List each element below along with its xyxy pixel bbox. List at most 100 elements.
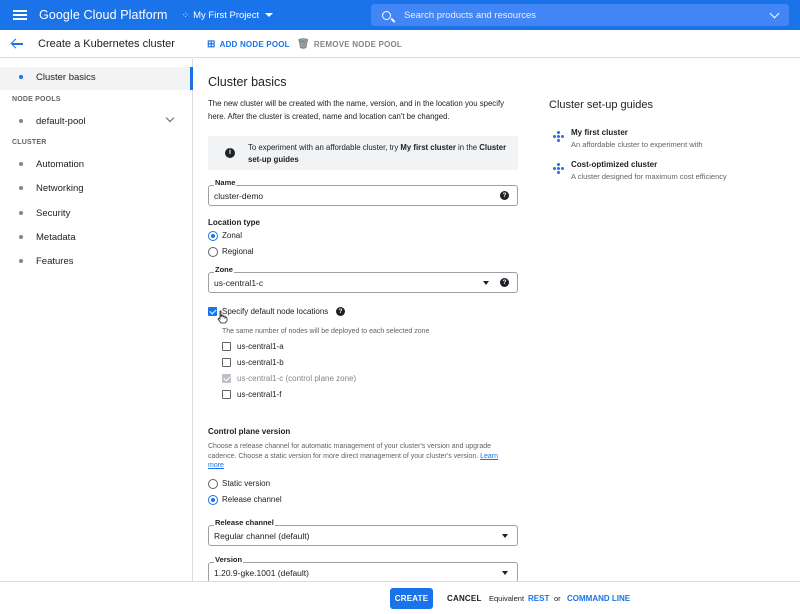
static-version-label: Static version	[222, 479, 271, 488]
name-label: Name	[214, 178, 237, 187]
search-icon	[382, 10, 391, 20]
sidebar-item-automation[interactable]: Automation	[0, 156, 193, 176]
zone-a-checkbox[interactable]	[222, 342, 231, 351]
release-channel-radio-label: Release channel	[222, 495, 282, 504]
or-label: or	[554, 594, 561, 603]
dropdown-arrow-icon[interactable]	[502, 571, 508, 575]
sidebar-item-label: default-pool	[36, 116, 86, 127]
zone-f-label: us-central1-f	[237, 390, 282, 399]
back-arrow-icon[interactable]	[10, 38, 23, 50]
node-locations-hint: The same number of nodes will be deploye…	[222, 328, 430, 335]
info-banner: i To experiment with an affordable clust…	[208, 136, 518, 170]
bullet-icon	[19, 211, 23, 215]
bullet-icon	[19, 75, 23, 79]
help-icon[interactable]: ?	[500, 278, 509, 287]
zone-b-checkbox[interactable]	[222, 358, 231, 367]
caret-down-icon	[265, 13, 274, 17]
remove-node-pool-label: REMOVE NODE POOL	[313, 40, 403, 49]
search-input[interactable]	[404, 9, 744, 21]
name-value[interactable]: cluster-demo	[214, 191, 263, 201]
zone-value: us-central1-c	[214, 278, 264, 288]
zone-a-label: us-central1-a	[237, 342, 284, 351]
hand-cursor-icon	[217, 310, 228, 324]
bullet-icon	[19, 259, 23, 263]
sidebar-item-security[interactable]: Security	[0, 205, 193, 225]
zonal-label: Zonal	[222, 231, 243, 240]
page-header: Create a Kubernetes cluster ⊞ ADD NODE P…	[0, 30, 800, 58]
project-name: My First Project	[193, 9, 260, 21]
cluster-heading: CLUSTER	[12, 139, 47, 146]
section-title: Cluster basics	[208, 75, 287, 89]
bullet-icon	[19, 119, 23, 123]
help-icon[interactable]: ?	[500, 191, 509, 200]
add-node-pool-button[interactable]: ⊞ ADD NODE POOL	[207, 39, 290, 50]
project-icon: ⁘	[181, 9, 190, 20]
cluster-icon	[553, 131, 564, 142]
menu-icon[interactable]	[13, 8, 27, 22]
bullet-icon	[19, 186, 23, 190]
brand-title[interactable]: Google Cloud Platform	[39, 8, 168, 22]
section-description: The new cluster will be created with the…	[208, 99, 505, 121]
page-title: Create a Kubernetes cluster	[38, 38, 175, 50]
sidebar-item-cluster-basics[interactable]: Cluster basics	[0, 69, 193, 89]
expand-icon[interactable]	[165, 113, 175, 123]
bullet-icon	[19, 235, 23, 239]
dropdown-arrow-icon[interactable]	[502, 534, 508, 538]
guide-title: My first cluster	[571, 128, 628, 137]
name-field[interactable]: Name cluster-demo ?	[208, 178, 518, 206]
cancel-button[interactable]: CANCEL	[447, 594, 482, 603]
radio-unselected-icon	[208, 479, 218, 489]
zone-c-checkbox	[222, 374, 231, 383]
release-channel-value: Regular channel (default)	[214, 531, 310, 541]
rest-link[interactable]: REST	[528, 594, 549, 603]
regional-label: Regional	[222, 247, 254, 256]
info-icon: i	[225, 148, 235, 158]
zone-select[interactable]: Zone us-central1-c ?	[208, 265, 518, 293]
guide-subtitle: A cluster designed for maximum cost effi…	[571, 172, 727, 181]
guides-title: Cluster set-up guides	[549, 99, 653, 111]
remove-node-pool-button[interactable]: 🗑 REMOVE NODE POOL	[297, 39, 402, 50]
sidebar-item-label: Networking	[36, 183, 84, 194]
version-value: 1.20.9-gke.1001 (default)	[214, 568, 309, 578]
sidebar-item-label: Features	[36, 256, 74, 267]
command-line-link[interactable]: COMMAND LINE	[567, 594, 630, 603]
sidebar-item-label: Metadata	[36, 232, 76, 243]
dropdown-arrow-icon[interactable]	[483, 281, 489, 285]
sidebar-item-label: Security	[36, 208, 71, 219]
chevron-down-icon[interactable]	[769, 8, 780, 19]
sidebar-item-label: Cluster basics	[36, 72, 96, 83]
sidebar-item-metadata[interactable]: Metadata	[0, 229, 193, 249]
bullet-icon	[19, 162, 23, 166]
radio-selected-icon	[208, 231, 218, 241]
sidebar-item-networking[interactable]: Networking	[0, 180, 193, 200]
guide-my-first-cluster[interactable]: My first cluster An affordable cluster t…	[553, 128, 793, 152]
radio-unselected-icon	[208, 247, 218, 257]
search-bar[interactable]	[371, 4, 789, 26]
location-type-label: Location type	[208, 218, 261, 227]
sidebar-item-features[interactable]: Features	[0, 253, 193, 273]
sidebar-item-label: Automation	[36, 159, 85, 170]
delete-icon: 🗑	[297, 39, 310, 50]
zone-f-checkbox[interactable]	[222, 390, 231, 399]
guide-cost-optimized-cluster[interactable]: Cost-optimized cluster A cluster designe…	[553, 160, 793, 184]
footer-action-bar: CREATE CANCEL Equivalent REST or COMMAND…	[0, 581, 800, 614]
add-box-icon: ⊞	[207, 39, 216, 50]
release-channel-select[interactable]: Release channel Regular channel (default…	[208, 518, 518, 546]
specify-node-locations-label: Specify default node locations	[222, 307, 329, 316]
add-node-pool-label: ADD NODE POOL	[219, 40, 290, 49]
node-pools-heading: NODE POOLS	[12, 96, 61, 103]
zone-label: Zone	[214, 265, 234, 274]
top-app-bar: Google Cloud Platform ⁘ My First Project	[0, 0, 800, 30]
release-channel-label: Release channel	[214, 518, 275, 527]
version-label: Version	[214, 555, 244, 564]
equivalent-label: Equivalent	[489, 594, 525, 603]
cluster-icon	[553, 163, 564, 174]
create-button[interactable]: CREATE	[390, 588, 433, 609]
version-select[interactable]: Version 1.20.9-gke.1001 (default)	[208, 555, 518, 583]
info-text: To experiment with an affordable cluster…	[248, 143, 507, 164]
sidebar-item-default-pool[interactable]: default-pool	[0, 113, 193, 133]
project-selector[interactable]: ⁘ My First Project	[182, 10, 274, 21]
radio-selected-icon	[208, 495, 218, 505]
zone-c-label: us-central1-c (control plane zone)	[237, 374, 357, 383]
help-icon[interactable]: ?	[336, 307, 345, 316]
